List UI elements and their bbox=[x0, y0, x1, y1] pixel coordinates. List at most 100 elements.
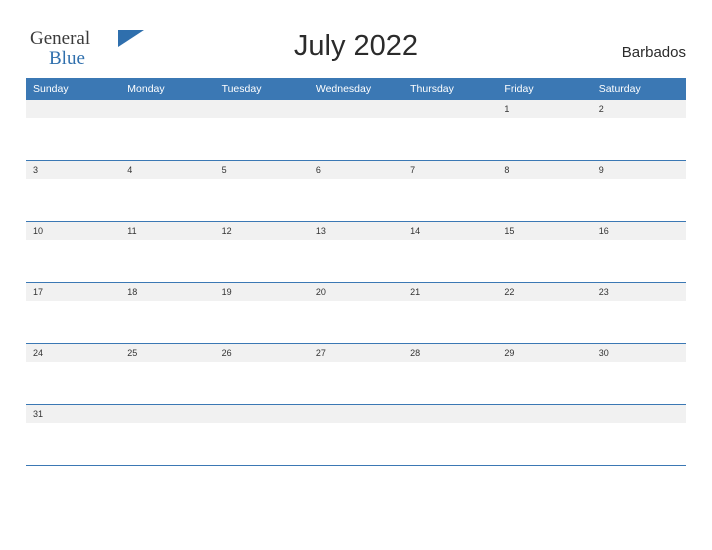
day-number: 9 bbox=[598, 165, 604, 175]
day-cell[interactable]: 10 bbox=[26, 222, 121, 283]
day-number: 1 bbox=[504, 104, 510, 114]
day-cell[interactable] bbox=[26, 100, 121, 161]
day-number: 13 bbox=[315, 226, 326, 236]
day-number: 20 bbox=[315, 287, 326, 297]
day-cell[interactable] bbox=[591, 405, 686, 466]
day-cell[interactable]: 20 bbox=[308, 283, 404, 344]
day-cell[interactable]: 12 bbox=[214, 222, 309, 283]
day-number: 2 bbox=[598, 104, 604, 114]
day-cell[interactable] bbox=[214, 405, 309, 466]
day-band bbox=[403, 161, 498, 179]
day-number: 23 bbox=[598, 287, 609, 297]
day-cell[interactable]: 19 bbox=[214, 283, 309, 344]
day-band bbox=[497, 100, 592, 118]
day-cell[interactable]: 14 bbox=[403, 222, 498, 283]
day-cell[interactable]: 6 bbox=[308, 161, 404, 222]
day-band bbox=[120, 161, 215, 179]
weekday-header-sunday: Sunday bbox=[26, 78, 121, 100]
calendar-week-row: 31 bbox=[26, 405, 686, 466]
day-band bbox=[26, 161, 121, 179]
day-cell[interactable] bbox=[214, 100, 309, 161]
day-cell[interactable]: 24 bbox=[26, 344, 121, 405]
day-cell[interactable]: 3 bbox=[26, 161, 121, 222]
weekday-header-saturday: Saturday bbox=[591, 78, 686, 100]
day-cell[interactable]: 4 bbox=[120, 161, 215, 222]
day-cell[interactable]: 16 bbox=[591, 222, 686, 283]
day-cell[interactable]: 7 bbox=[403, 161, 498, 222]
day-cell[interactable] bbox=[497, 405, 592, 466]
day-band bbox=[591, 161, 686, 179]
calendar-week-row: 3 4 5 6 7 8 9 bbox=[26, 161, 686, 222]
day-band bbox=[308, 161, 404, 179]
day-number: 8 bbox=[504, 165, 510, 175]
day-number: 16 bbox=[598, 226, 609, 236]
day-band bbox=[591, 405, 686, 423]
day-number: 6 bbox=[315, 165, 321, 175]
day-cell[interactable]: 31 bbox=[26, 405, 121, 466]
weekday-header-thursday: Thursday bbox=[403, 78, 498, 100]
day-cell[interactable]: 21 bbox=[403, 283, 498, 344]
day-band bbox=[403, 100, 498, 118]
day-number: 5 bbox=[221, 165, 227, 175]
day-number: 26 bbox=[221, 348, 232, 358]
day-cell[interactable]: 23 bbox=[591, 283, 686, 344]
region-label: Barbados bbox=[621, 44, 686, 61]
day-number: 3 bbox=[33, 165, 39, 175]
day-number: 21 bbox=[410, 287, 421, 297]
day-number: 4 bbox=[127, 165, 133, 175]
day-cell[interactable] bbox=[403, 405, 498, 466]
day-number: 18 bbox=[127, 287, 138, 297]
day-band bbox=[591, 100, 686, 118]
day-band bbox=[26, 100, 121, 118]
day-number: 25 bbox=[127, 348, 138, 358]
weekday-header-tuesday: Tuesday bbox=[214, 78, 309, 100]
day-cell[interactable]: 15 bbox=[497, 222, 592, 283]
day-number: 17 bbox=[33, 287, 44, 297]
weekday-header-monday: Monday bbox=[120, 78, 215, 100]
day-number: 30 bbox=[598, 348, 609, 358]
day-cell[interactable]: 9 bbox=[591, 161, 686, 222]
day-cell[interactable]: 5 bbox=[214, 161, 309, 222]
day-cell[interactable]: 1 bbox=[497, 100, 592, 161]
day-number: 24 bbox=[33, 348, 44, 358]
day-cell[interactable] bbox=[120, 100, 215, 161]
day-cell[interactable]: 28 bbox=[403, 344, 498, 405]
weekday-header-friday: Friday bbox=[497, 78, 592, 100]
day-number: 11 bbox=[127, 226, 137, 236]
day-cell[interactable]: 2 bbox=[591, 100, 686, 161]
day-number: 15 bbox=[504, 226, 515, 236]
day-number: 10 bbox=[33, 226, 44, 236]
day-cell[interactable]: 17 bbox=[26, 283, 121, 344]
day-number: 19 bbox=[221, 287, 232, 297]
calendar-week-row: 1 2 bbox=[26, 100, 686, 161]
weekday-header-wednesday: Wednesday bbox=[308, 78, 404, 100]
day-cell[interactable]: 25 bbox=[120, 344, 215, 405]
day-number: 31 bbox=[33, 409, 44, 419]
day-band bbox=[403, 405, 498, 423]
day-cell[interactable]: 8 bbox=[497, 161, 592, 222]
day-cell[interactable] bbox=[308, 100, 404, 161]
day-band bbox=[497, 161, 592, 179]
day-cell[interactable] bbox=[403, 100, 498, 161]
day-band bbox=[214, 405, 309, 423]
day-cell[interactable]: 11 bbox=[120, 222, 215, 283]
day-number: 14 bbox=[410, 226, 421, 236]
day-band bbox=[214, 100, 309, 118]
day-cell[interactable]: 26 bbox=[214, 344, 309, 405]
day-cell[interactable]: 13 bbox=[308, 222, 404, 283]
day-cell[interactable] bbox=[308, 405, 404, 466]
day-cell[interactable]: 29 bbox=[497, 344, 592, 405]
day-cell[interactable]: 27 bbox=[308, 344, 404, 405]
day-band bbox=[120, 405, 215, 423]
day-cell[interactable]: 22 bbox=[497, 283, 592, 344]
calendar-week-row: 24 25 26 27 28 29 30 bbox=[26, 344, 686, 405]
day-band bbox=[308, 100, 404, 118]
day-cell[interactable] bbox=[120, 405, 215, 466]
day-band bbox=[120, 100, 215, 118]
day-cell[interactable]: 18 bbox=[120, 283, 215, 344]
day-cell[interactable]: 30 bbox=[591, 344, 686, 405]
weekday-header-row: Sunday Monday Tuesday Wednesday Thursday… bbox=[26, 78, 686, 100]
month-calendar: Sunday Monday Tuesday Wednesday Thursday… bbox=[26, 78, 686, 466]
calendar-week-row: 10 11 12 13 14 15 16 bbox=[26, 222, 686, 283]
day-number: 29 bbox=[504, 348, 515, 358]
